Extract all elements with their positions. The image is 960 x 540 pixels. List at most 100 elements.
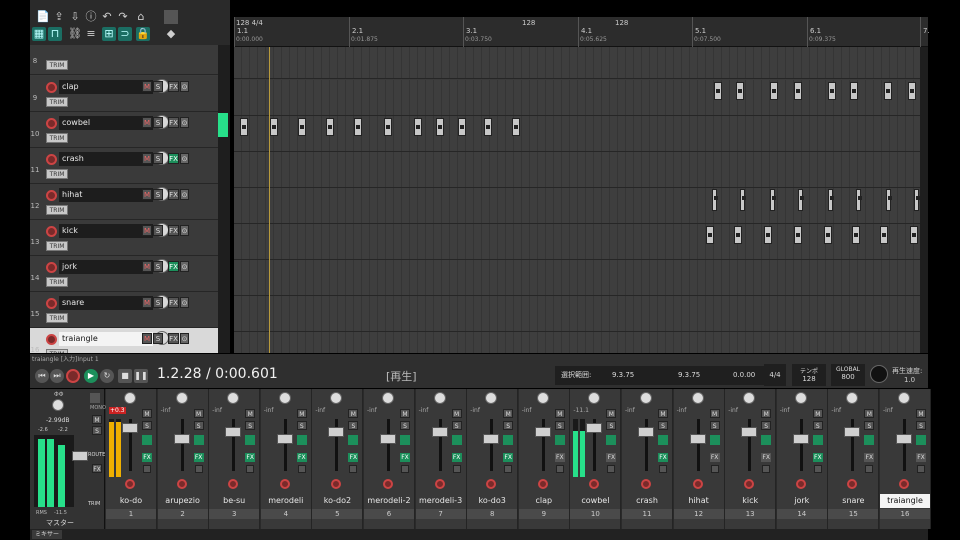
volume-fader[interactable] (896, 434, 912, 444)
mute-button[interactable]: M (296, 409, 307, 418)
undo-icon[interactable]: ↶ (100, 10, 114, 24)
record-arm-button[interactable] (279, 479, 290, 489)
fx-button[interactable]: FX (709, 453, 720, 462)
mute-button[interactable]: M (554, 409, 565, 418)
midi-item[interactable] (824, 226, 832, 244)
fx-button[interactable]: FX (193, 453, 204, 462)
solo-button[interactable]: S (709, 421, 720, 430)
snap-icon[interactable]: ⊓ (48, 27, 62, 41)
channel-name[interactable]: crash (622, 494, 672, 508)
mute-button[interactable]: M (658, 409, 668, 418)
record-arm-button[interactable] (46, 82, 57, 93)
mute-button[interactable]: M (142, 409, 152, 418)
io-icon[interactable]: ⊙ (180, 189, 189, 200)
record-arm-button[interactable] (331, 479, 342, 489)
volume-fader[interactable] (689, 434, 706, 444)
mute-button[interactable]: M (503, 409, 514, 418)
fx-button[interactable]: FX (168, 333, 179, 344)
track-row[interactable]: 10 cowbel M S FX ⊙ TRIM (30, 112, 220, 148)
midi-item[interactable] (512, 118, 520, 136)
solo-button[interactable]: S (142, 421, 152, 430)
track-row[interactable]: 15 snare M S FX ⊙ TRIM (30, 292, 220, 328)
master-trim-button[interactable]: TRIM (88, 501, 100, 507)
routing-icon[interactable] (709, 435, 720, 445)
go-to-end-button[interactable]: ⏭ (50, 369, 64, 383)
midi-item[interactable] (798, 189, 804, 211)
volume-fader[interactable] (638, 427, 654, 437)
midi-item[interactable] (794, 82, 802, 100)
solo-button[interactable]: S (296, 421, 307, 430)
solo-button[interactable]: S (812, 421, 823, 430)
io-icon[interactable] (194, 465, 203, 473)
routing-icon[interactable] (864, 435, 875, 445)
mute-button[interactable]: M (812, 409, 823, 418)
master-fx-button[interactable]: FX (92, 464, 102, 473)
solo-button[interactable]: S (245, 421, 256, 430)
routing-icon[interactable] (348, 435, 359, 445)
pan-knob[interactable] (433, 392, 446, 404)
arrange-lane[interactable] (234, 116, 920, 152)
solo-button[interactable]: S (916, 421, 926, 430)
channel-name[interactable]: snare (828, 494, 879, 508)
midi-item[interactable] (908, 82, 916, 100)
channel-name[interactable]: hihat (673, 494, 724, 508)
open-icon[interactable]: ⇪ (52, 10, 66, 24)
midi-item[interactable] (714, 82, 722, 100)
pan-knob[interactable] (278, 392, 291, 404)
solo-button[interactable]: S (451, 421, 462, 430)
routing-icon[interactable] (296, 435, 307, 445)
trim-button[interactable]: TRIM (46, 97, 68, 107)
track-row[interactable]: 13 kick M S FX ⊙ TRIM (30, 220, 220, 256)
master-fader[interactable] (72, 451, 88, 461)
time-signature[interactable]: 4/4 (764, 364, 786, 386)
solo-button[interactable]: S (153, 153, 163, 164)
fx-button[interactable]: FX (761, 453, 772, 462)
solo-button[interactable]: S (658, 421, 668, 430)
midi-item[interactable] (828, 82, 836, 100)
volume-fader[interactable] (483, 434, 500, 444)
solo-button[interactable]: S (153, 333, 163, 344)
routing-icon[interactable] (503, 435, 514, 445)
channel-name[interactable]: ko-do2 (312, 494, 363, 508)
pan-knob[interactable] (846, 392, 859, 404)
arrange-lane[interactable] (234, 260, 920, 296)
midi-item[interactable] (736, 82, 744, 100)
mute-button[interactable]: M (142, 333, 152, 344)
midi-item[interactable] (770, 82, 778, 100)
solo-button[interactable]: S (606, 421, 617, 430)
routing-icon[interactable] (812, 435, 823, 445)
midi-item[interactable] (740, 189, 746, 211)
trim-button[interactable]: TRIM (46, 169, 68, 179)
channel-name[interactable]: cowbel (570, 494, 621, 508)
master-mute-button[interactable]: M (92, 415, 102, 424)
fx-button[interactable]: FX (245, 453, 256, 462)
volume-fader[interactable] (276, 434, 293, 444)
record-arm-button[interactable] (383, 479, 393, 489)
routing-icon[interactable] (245, 435, 256, 445)
fx-button[interactable]: FX (168, 81, 179, 92)
pan-knob[interactable] (536, 392, 549, 404)
selection-display[interactable]: 選択範囲: 9.3.75 9.3.75 0.0.00 (555, 366, 780, 385)
channel-name[interactable]: merodeli (260, 494, 311, 508)
record-arm-button[interactable] (434, 479, 445, 489)
record-arm-button[interactable] (847, 479, 858, 489)
midi-item[interactable] (886, 189, 892, 211)
redo-icon[interactable]: ↷ (116, 10, 130, 24)
record-arm-button[interactable] (46, 334, 57, 345)
midi-item[interactable] (484, 118, 492, 136)
trim-button[interactable]: TRIM (46, 349, 68, 353)
fx-button[interactable]: FX (168, 117, 179, 128)
fx-button[interactable]: FX (168, 189, 179, 200)
pan-knob[interactable] (124, 392, 136, 404)
mute-button[interactable]: M (400, 409, 410, 418)
mute-button[interactable]: M (864, 409, 875, 418)
io-icon[interactable] (762, 465, 771, 473)
channel-name[interactable]: ko-do (106, 494, 156, 508)
track-name[interactable]: traiangle (59, 332, 153, 346)
pan-knob[interactable] (640, 392, 652, 404)
record-arm-button[interactable] (125, 479, 135, 489)
io-icon[interactable]: ⊙ (180, 117, 189, 128)
midi-item[interactable] (298, 118, 306, 136)
io-icon[interactable] (452, 465, 461, 473)
mute-button[interactable]: M (709, 409, 720, 418)
